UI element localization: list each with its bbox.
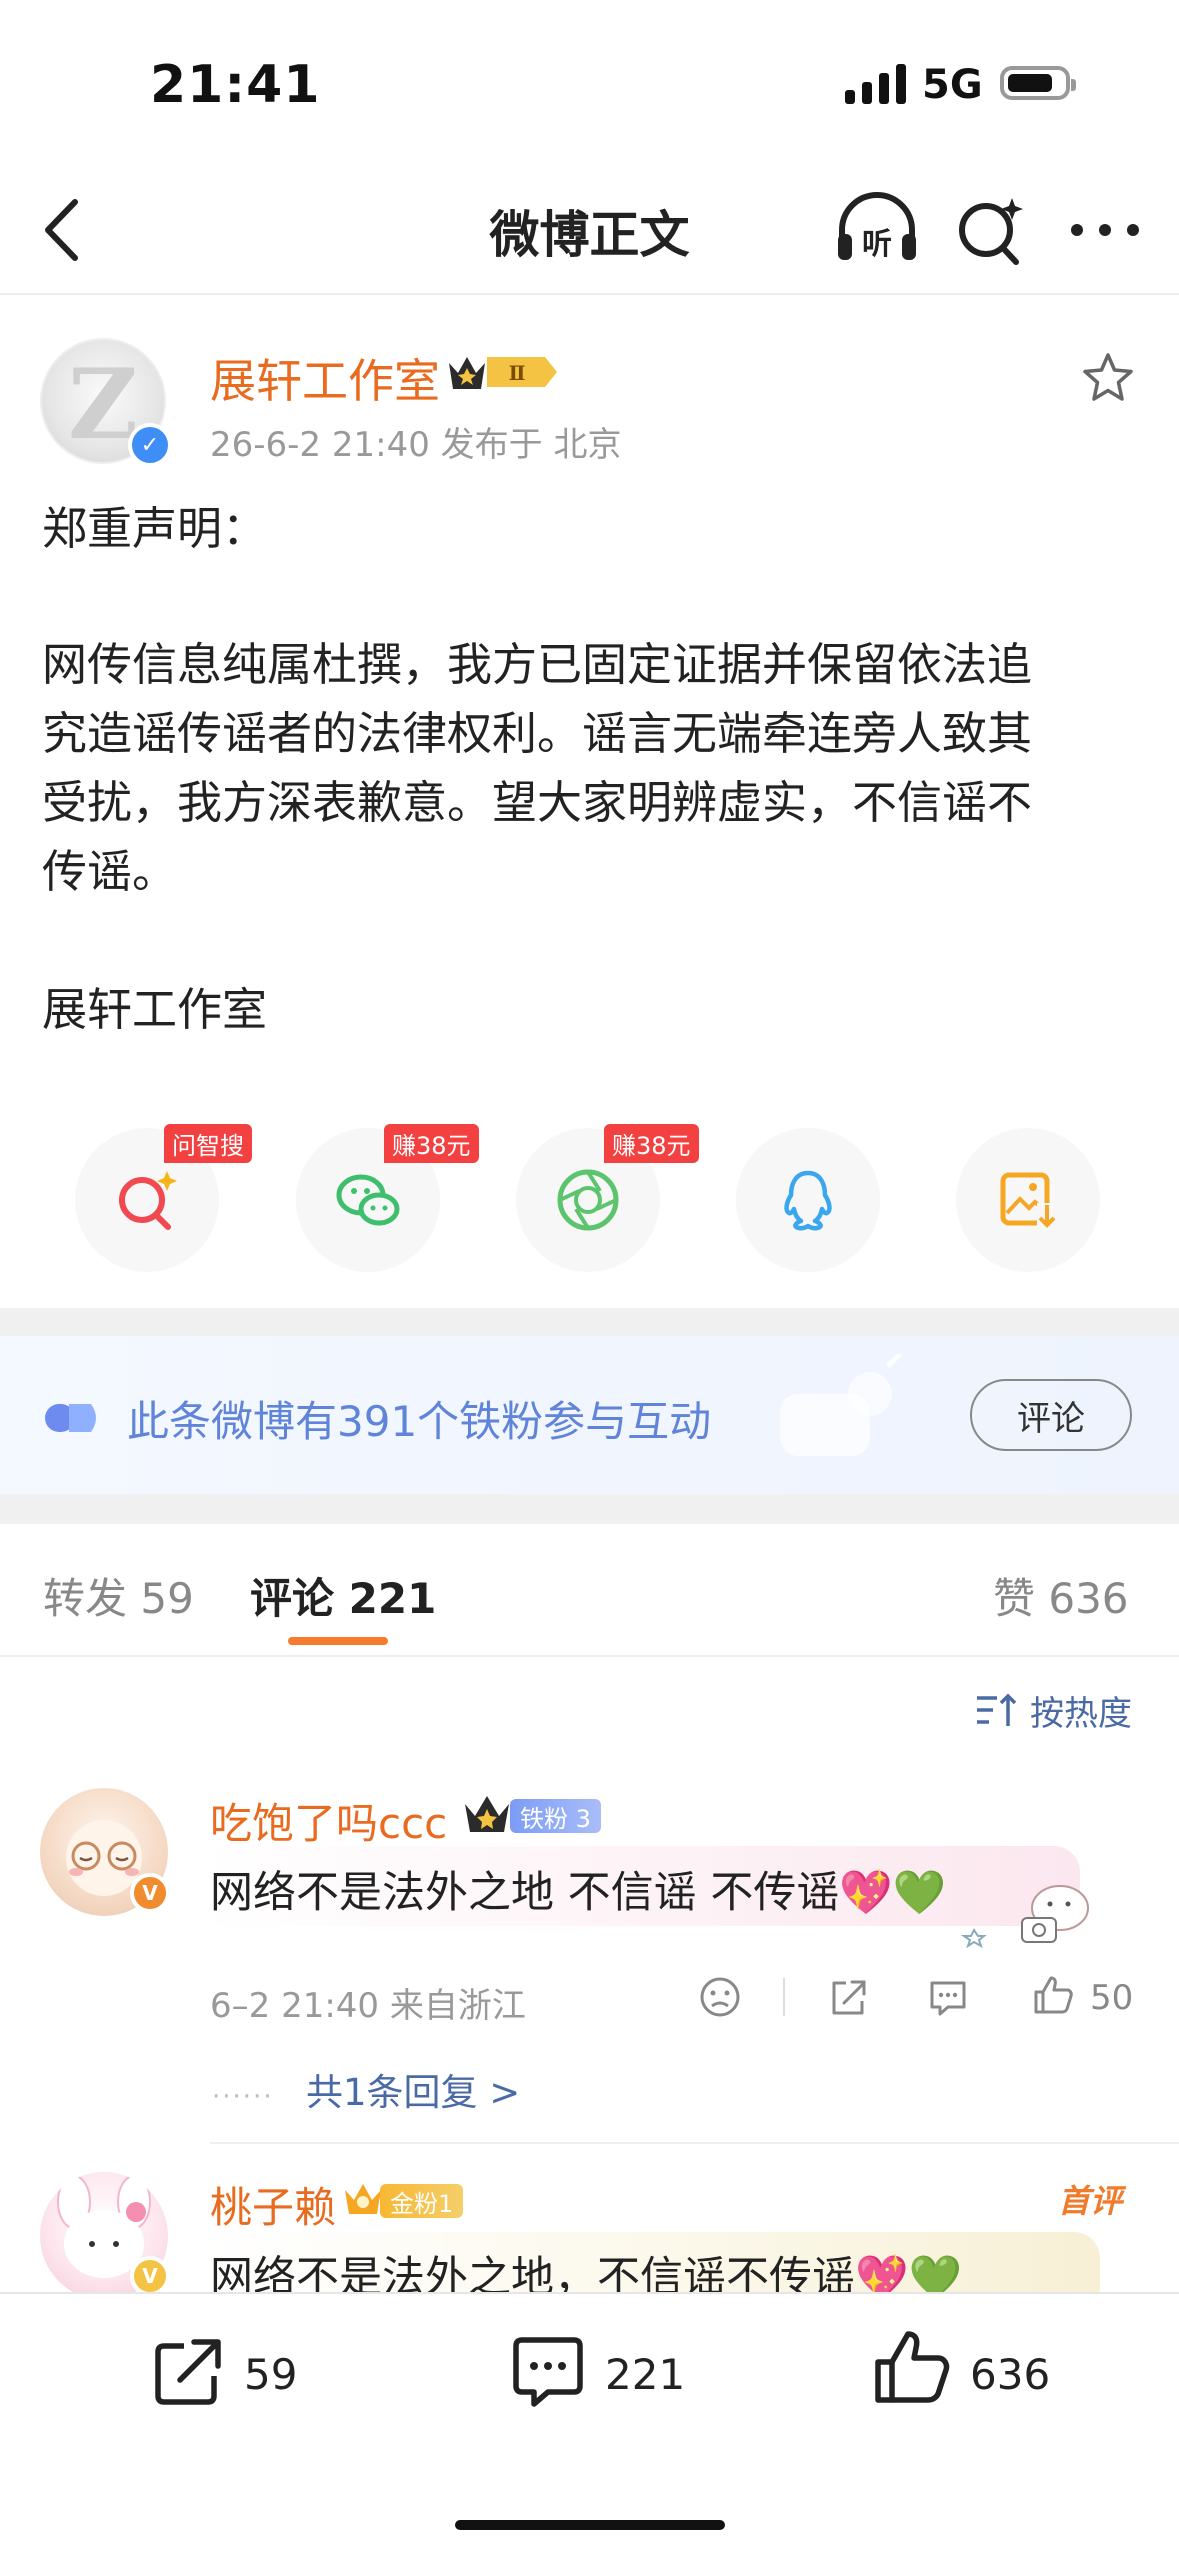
post-text-line: 究造谣传谣者的法律权利。谣言无端牵连旁人致其 — [42, 707, 1033, 760]
share-tag: 赚38元 — [604, 1124, 699, 1163]
tab-like[interactable]: 赞 636 — [993, 1565, 1129, 1626]
qq-share-button[interactable] — [736, 1128, 880, 1272]
comment-count[interactable]: 221 — [605, 2350, 685, 2399]
bubble-sticker-icon — [960, 1878, 1100, 1952]
dislike-icon[interactable] — [698, 1975, 742, 2023]
comment-text: 网络不是法外之地 不信谣 不传谣💖💚 — [210, 1868, 947, 1918]
sort-icon[interactable] — [975, 1690, 1019, 1730]
like-count[interactable]: 636 — [970, 2350, 1050, 2399]
comment-like-icon[interactable] — [1030, 1972, 1076, 2022]
status-time: 21:41 — [150, 55, 321, 115]
member-level-text: Ⅱ — [509, 361, 526, 385]
comment-like-count: 50 — [1090, 1978, 1134, 2018]
repost-icon[interactable] — [148, 2332, 228, 2416]
post-text-line: 传谣。 — [42, 845, 178, 898]
favorite-star-icon[interactable] — [1080, 350, 1136, 406]
qq-icon — [784, 1170, 832, 1231]
network-label: 5G — [922, 62, 983, 108]
fan-level-badge: 金粉1 — [380, 2184, 464, 2218]
verified-icon: ✓ — [128, 423, 172, 467]
fans-interaction-icon — [45, 1398, 101, 1442]
section-divider — [0, 1308, 1179, 1336]
nav-divider — [0, 293, 1179, 295]
gold-crown-icon — [342, 2180, 384, 2224]
author-name[interactable]: 展轩工作室 — [210, 345, 440, 411]
more-icon[interactable] — [1060, 190, 1150, 270]
fan-level-badge: 铁粉 3 — [510, 1799, 601, 1833]
zhisou-icon — [119, 1171, 177, 1230]
repost-count[interactable]: 59 — [244, 2350, 297, 2399]
fans-interaction-text: 此条微博有391个铁粉参与互动 — [127, 1397, 712, 1446]
banner-decoration-icon — [780, 1354, 902, 1456]
post-meta: 26-6-2 21:40 发布于 北京 — [210, 425, 622, 465]
action-divider — [783, 1978, 785, 2016]
post-signature: 展轩工作室 — [42, 983, 268, 1036]
crown-icon — [462, 1792, 512, 1840]
like-icon[interactable] — [870, 2326, 954, 2414]
tab-comment[interactable]: 评论 221 — [250, 1565, 436, 1626]
save-image-button[interactable] — [956, 1128, 1100, 1272]
svg-text:听: 听 — [862, 227, 892, 262]
signal-icon — [845, 62, 906, 104]
comment-share-icon[interactable] — [826, 1975, 870, 2023]
moments-icon — [557, 1169, 619, 1231]
share-tag: 赚38元 — [384, 1124, 479, 1163]
verified-icon: V — [130, 2256, 170, 2296]
verified-icon: V — [130, 1873, 170, 1913]
section-divider — [0, 1494, 1179, 1524]
post-text-line: 受扰，我方深表歉意。望大家明辨虚实，不信谣不 — [42, 776, 1033, 829]
member-crown-badge: Ⅱ — [445, 349, 560, 395]
tab-repost[interactable]: 转发 59 — [43, 1565, 194, 1626]
fans-comment-button[interactable]: 评论 — [970, 1379, 1132, 1451]
comment-author[interactable]: 桃子赖 — [210, 2174, 336, 2235]
post-text-line: 网传信息纯属杜撰，我方已固定证据并保留依法追 — [42, 638, 1033, 691]
sort-by-hot[interactable]: 按热度 — [1030, 1686, 1132, 1735]
tab-indicator — [288, 1637, 388, 1645]
listen-icon[interactable]: 听 — [832, 190, 922, 270]
share-tag: 问智搜 — [164, 1124, 252, 1163]
wechat-icon — [336, 1174, 400, 1226]
reply-dots: ······ — [212, 2082, 274, 2112]
view-replies-link[interactable]: 共1条回复 > — [306, 2062, 520, 2116]
post-text-line: 郑重声明： — [42, 502, 268, 555]
comment-author[interactable]: 吃饱了吗ccc — [210, 1790, 447, 1851]
ai-search-icon[interactable] — [950, 190, 1030, 270]
first-comment-label: 首评 — [1058, 2182, 1123, 2220]
save-image-icon — [1000, 1172, 1057, 1229]
comment-reply-icon[interactable] — [926, 1975, 970, 2023]
battery-icon — [1000, 66, 1076, 100]
home-indicator — [455, 2520, 725, 2530]
comment-meta: 6–2 21:40 来自浙江 — [210, 1986, 526, 2026]
tab-divider — [0, 1655, 1179, 1657]
comment-icon[interactable] — [508, 2332, 588, 2416]
comment-divider — [210, 2142, 1179, 2144]
